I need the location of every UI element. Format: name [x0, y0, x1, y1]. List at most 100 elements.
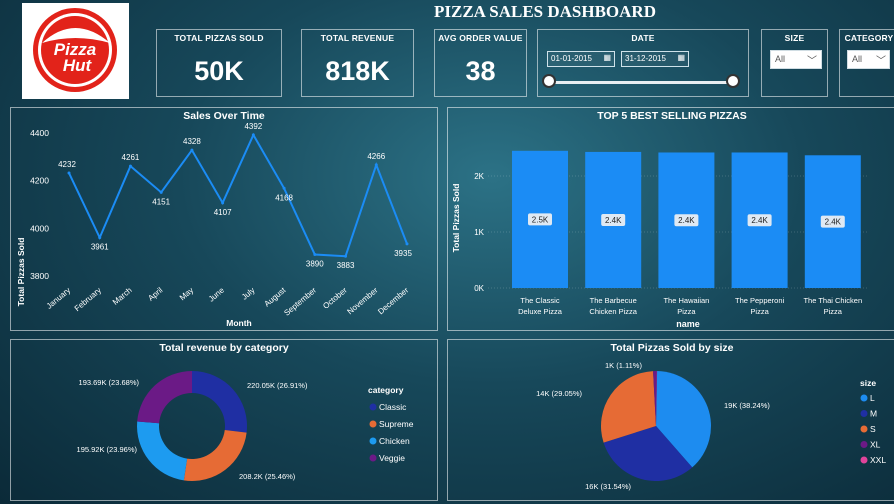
logo-graphic: Pizza Hut [33, 8, 117, 92]
line-point [405, 242, 409, 246]
legend-marker [860, 441, 868, 448]
legend-marker [860, 394, 868, 402]
data-label: 19K (38.24%) [724, 401, 770, 410]
kpi-card-total-revenue: TOTAL REVENUE 818K [301, 29, 414, 97]
y-tick-label: 4400 [30, 128, 49, 138]
legend-item: XXL [870, 455, 886, 465]
data-label: 3961 [91, 243, 109, 252]
legend-marker [860, 410, 868, 417]
sales-line [68, 132, 408, 258]
kpi-card-avg-order: AVG ORDER VALUE 38 [434, 29, 527, 97]
top5-pizzas-panel: TOP 5 BEST SELLING PIZZAS Total Pizzas S… [447, 107, 894, 331]
data-label: 4266 [367, 152, 385, 161]
date-end-field[interactable]: 31-12-2015 ▦ [621, 51, 689, 67]
chevron-down-icon: ﹀ [807, 56, 817, 67]
data-label: 2.5K [532, 215, 549, 224]
pizza-hut-logo: Pizza Hut [22, 3, 129, 99]
x-tick-label: September [282, 285, 318, 317]
kpi-value: 50K [194, 56, 244, 86]
kpi-value: 38 [465, 56, 496, 86]
date-slider-start-handle[interactable] [542, 74, 556, 88]
x-tick-label: Pizza [824, 307, 843, 316]
date-slider-end-handle[interactable] [726, 74, 740, 88]
sales-over-time-panel: Sales Over Time Total Pizzas Sold Month … [10, 107, 438, 331]
pie-slice [192, 371, 247, 433]
kpi-label: TOTAL REVENUE [320, 33, 395, 43]
x-tick-label: Deluxe Pizza [518, 307, 563, 316]
legend-marker [860, 425, 868, 433]
x-tick-label: March [111, 286, 134, 307]
line-point [98, 236, 102, 240]
logo-text-2: Hut [63, 56, 93, 75]
data-label: 193.69K (23.68%) [79, 378, 140, 387]
size-slicer: SIZE All ﹀ [761, 29, 828, 97]
data-label: 14K (29.05%) [536, 389, 582, 398]
data-label: 3883 [337, 261, 355, 270]
date-start-field[interactable]: 01-01-2015 ▦ [547, 51, 615, 67]
sales-over-time-chart: Total Pizzas Sold Month 3800 4000 4200 4400… [16, 122, 412, 328]
line-point [190, 148, 194, 152]
data-label: 16K (31.54%) [585, 482, 631, 491]
legend-item: Veggie [379, 453, 405, 463]
x-tick-label: February [73, 286, 103, 313]
data-label: 208.2K (25.46%) [239, 472, 296, 481]
date-end-value: 31-12-2015 [625, 54, 666, 63]
date-slicer-label: DATE [631, 33, 655, 43]
pie-slice [137, 421, 188, 481]
x-tick-label: July [240, 286, 257, 302]
data-label: 4232 [58, 160, 76, 169]
x-tick-label: The Hawaiian [663, 296, 709, 305]
legend-item: M [870, 409, 877, 419]
calendar-icon[interactable]: ▦ [603, 53, 611, 62]
line-point [344, 254, 348, 258]
date-slider-track[interactable] [550, 81, 737, 84]
x-axis-title: Month [226, 318, 252, 328]
line-point [374, 163, 378, 167]
x-tick-label: Chicken Pizza [589, 307, 637, 316]
line-point [67, 171, 71, 175]
date-start-value: 01-01-2015 [551, 54, 592, 63]
y-tick-label: 4200 [30, 176, 49, 186]
kpi-label: TOTAL PIZZAS SOLD [174, 33, 264, 43]
size-slicer-label: SIZE [784, 33, 805, 43]
y-tick-label: 0K [474, 284, 484, 293]
legend-marker [369, 454, 377, 462]
pizzas-by-size-panel: Total Pizzas Sold by size size 19K (38.2… [447, 339, 894, 501]
pie-slice [183, 429, 247, 481]
y-tick-label: 1K [474, 228, 484, 237]
size-select[interactable]: All ﹀ [770, 50, 822, 69]
dashboard-title: PIZZA SALES DASHBOARD [433, 2, 656, 21]
legend-marker [369, 403, 377, 411]
line-point [159, 190, 163, 194]
chevron-down-icon: ﹀ [876, 56, 886, 67]
data-label: 2.4K [605, 216, 622, 225]
legend-item: L [870, 393, 875, 403]
x-tick-label: The Pepperoni [735, 296, 785, 305]
pie-slice [137, 371, 192, 424]
x-axis-title: name [676, 319, 700, 329]
top5-pizzas-chart: Total Pizzas Sold name 0K 1K 2K 2.5K The Cla… [451, 150, 868, 329]
data-label: 4107 [214, 208, 232, 217]
kpi-label: AVG ORDER VALUE [438, 33, 523, 43]
kpi-card-total-pizzas: TOTAL PIZZAS SOLD 50K [156, 29, 282, 97]
size-select-value: All [775, 54, 786, 64]
legend-title: size [860, 378, 876, 388]
calendar-icon[interactable]: ▦ [677, 53, 685, 62]
legend-title: category [368, 385, 404, 395]
y-tick-label: 4000 [30, 223, 49, 233]
legend-marker [860, 456, 868, 464]
x-tick-label: The Classic [520, 296, 559, 305]
x-tick-label: Pizza [750, 307, 769, 316]
date-slicer: DATE 01-01-2015 ▦ 31-12-2015 ▦ [537, 29, 749, 97]
x-tick-label: November [346, 285, 380, 316]
category-slicer-label: CATEGORY [844, 33, 894, 43]
legend-item: XL [870, 440, 881, 450]
x-tick-label: October [321, 285, 349, 310]
data-label: 4328 [183, 137, 201, 146]
data-label: 220.05K (26.91%) [247, 381, 308, 390]
category-slicer: CATEGORY All ﹀ [839, 29, 894, 97]
category-select[interactable]: All ﹀ [847, 50, 890, 69]
data-label: 2.4K [678, 216, 695, 225]
pizzas-by-size-chart: size 19K (38.24%) 16K (31.54%) 14K (29.05%… [536, 361, 886, 491]
x-tick-label: January [45, 286, 73, 311]
